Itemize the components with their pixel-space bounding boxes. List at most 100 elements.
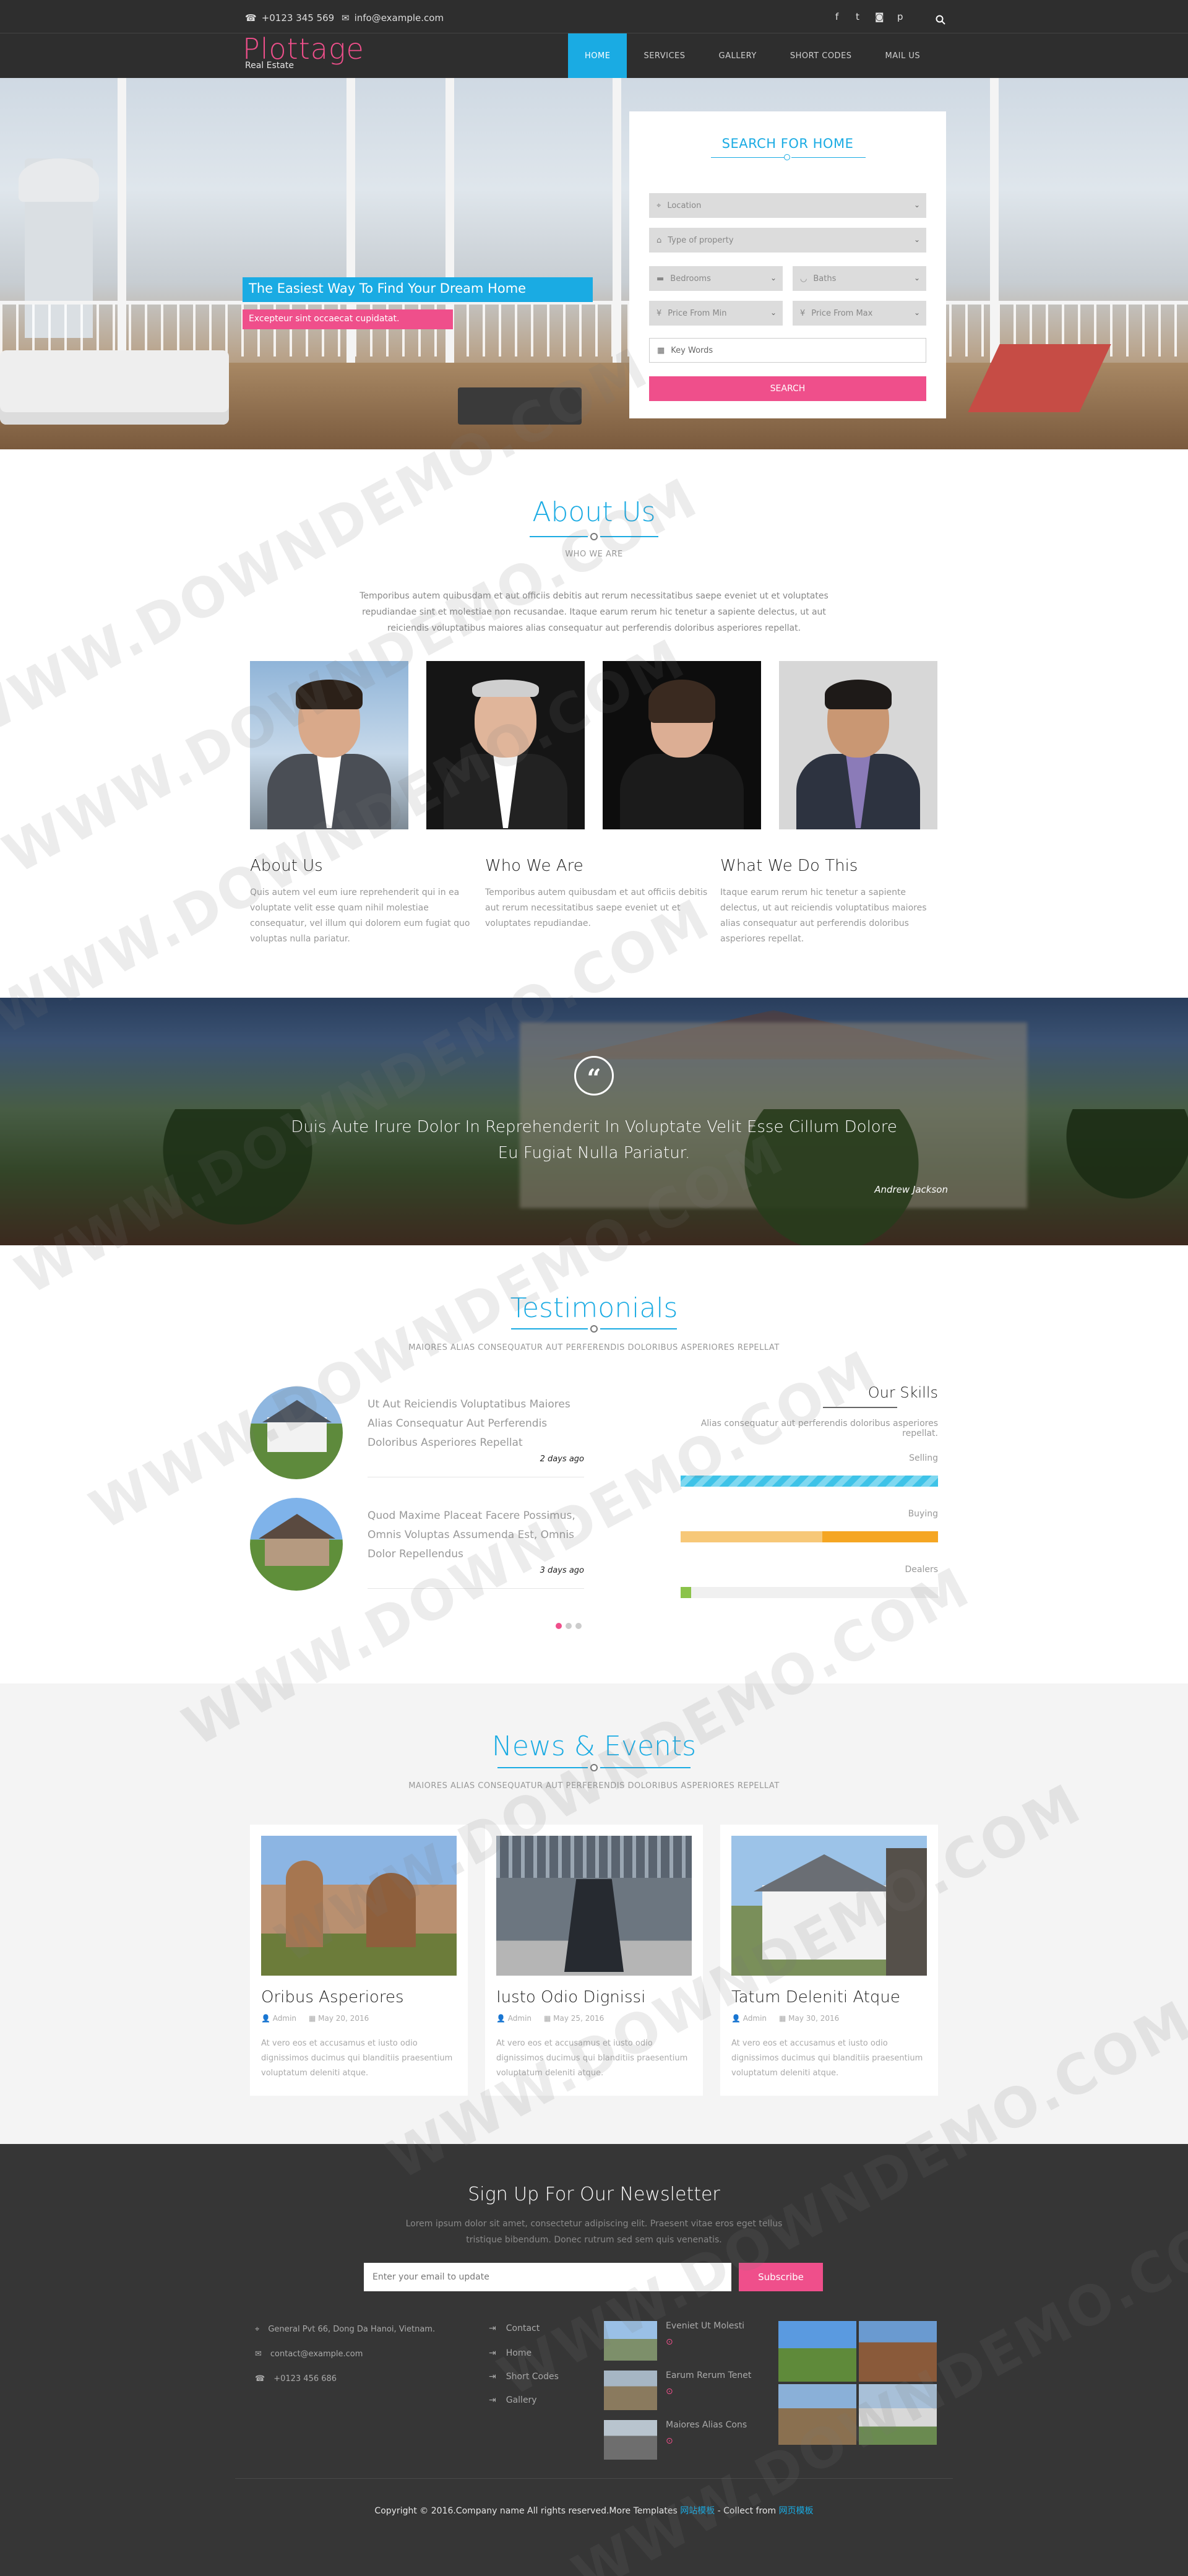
sign-in-icon: ⇥ [489,2395,496,2405]
gallery-thumb[interactable] [859,2384,937,2445]
chevron-down-icon: ⌄ [770,274,777,282]
news-card[interactable]: Oribus Asperiores 👤 Admin ▦ May 20, 2016… [250,1825,468,2096]
about-column: About Us Quis autem vel eum iure reprehe… [250,857,473,947]
news-card-meta: 👤 Admin ▦ May 25, 2016 [496,2014,604,2023]
news-card-author: Admin [507,2014,532,2023]
gallery-thumb[interactable] [778,2321,856,2382]
chevron-down-icon: ⌄ [913,274,920,282]
about-column: Who We Are Temporibus autem quibusdam et… [485,857,708,931]
footer-phone-text: +0123 456 686 [273,2374,337,2384]
house-wall [265,1535,329,1566]
gallery-thumb[interactable] [859,2321,937,2382]
gallery-thumb[interactable] [778,2384,856,2445]
testimonial-item: Ut Aut Reiciendis Voluptatibus Maiores A… [250,1386,590,1492]
news-card[interactable]: Tatum Deleniti Atque 👤 Admin ▦ May 30, 2… [720,1825,938,2096]
nav-gallery[interactable]: GALLERY [702,33,773,78]
footer-link-contact[interactable]: ⇥ Contact [489,2323,540,2333]
hero-title: The Easiest Way To Find Your Dream Home [243,277,593,302]
about-column-text: Temporibus autem quibusdam et aut offici… [485,888,708,928]
house-roof [262,1400,332,1422]
home-icon: ⌂ [656,235,662,245]
testimonial-text: Quod Maxime Placeat Facere Possimus, Omn… [368,1510,575,1560]
news-card[interactable]: Iusto Odio Dignissi 👤 Admin ▦ May 25, 20… [485,1825,703,2096]
nav-services[interactable]: SERVICES [627,33,702,78]
newsletter-title: Sign Up For Our Newsletter [468,2184,720,2205]
collect-link[interactable]: 网页模板 [779,2506,814,2516]
news-card-text: At vero eos et accusamus et iusto odio d… [496,2039,688,2078]
footer-post-thumb [604,2420,657,2460]
footer-post[interactable]: Maiores Alias Cons ⊙ [604,2420,790,2465]
price-min-select[interactable]: ¥ Price From Min ⌄ [649,301,783,326]
carousel-dot-active[interactable] [556,1623,562,1629]
user-icon: 👤 Admin [261,2014,297,2023]
team-photo [603,661,761,829]
user-icon: 👤 Admin [731,2014,767,2023]
divider [368,1588,584,1589]
about-column: What We Do This Itaque earum rerum hic t… [720,857,943,947]
keywords-input[interactable]: ▦ Key Words [649,338,926,363]
sign-in-icon: ⇥ [489,2372,496,2382]
footer-divider [235,2478,953,2479]
phone-icon: ☎ [255,2374,265,2384]
footer-post[interactable]: Eveniet Ut Molesti ⊙ [604,2321,790,2366]
news-card-title[interactable]: Iusto Odio Dignissi [496,1988,645,2007]
news-card-title[interactable]: Tatum Deleniti Atque [731,1988,900,2007]
subscribe-button[interactable]: Subscribe [739,2263,823,2291]
instagram-icon[interactable]: ◙ [875,11,884,22]
nav-mail-us[interactable]: MAIL US [869,33,937,78]
divider-dot [590,1764,598,1771]
price-min-placeholder: Price From Min [668,308,727,318]
topbar-phone-text: +0123 345 569 [261,12,335,24]
footer-email[interactable]: ✉ contact@example.com [255,2349,363,2359]
footer-link-short-codes[interactable]: ⇥ Short Codes [489,2372,559,2382]
newsletter-email-input[interactable]: Enter your email to update [364,2263,731,2291]
bedrooms-select[interactable]: ▬ Bedrooms ⌄ [649,266,783,291]
search-button[interactable]: SEARCH [649,376,926,401]
team-hair [825,680,892,709]
about-subtitle: WHO WE ARE [565,550,623,559]
news-card-title[interactable]: Oribus Asperiores [261,1988,403,2007]
templates-link[interactable]: 网站模板 [680,2506,715,2516]
footer-address: ⌖ General Pvt 66, Dong Da Hanoi, Vietnam… [255,2325,435,2334]
location-select[interactable]: ⌖ Location ⌄ [649,193,926,218]
news-image [731,1836,927,1976]
hero-banner [0,78,1188,449]
main-nav: HOME SERVICES GALLERY SHORT CODES MAIL U… [568,33,937,78]
image-detail [286,1861,323,1947]
footer-address-text: General Pvt 66, Dong Da Hanoi, Vietnam. [268,2325,436,2334]
quote-icon: “ [574,1056,614,1096]
twitter-icon[interactable]: t [856,11,859,22]
arrow-circle-icon: ⊙ [666,2436,673,2446]
topbar-email[interactable]: ✉ info@example.com [342,12,444,24]
chevron-down-icon: ⌄ [913,308,920,317]
carousel-dot[interactable] [575,1623,582,1629]
footer-phone: ☎ +0123 456 686 [255,2374,337,2384]
footer-link-gallery[interactable]: ⇥ Gallery [489,2395,537,2405]
divider [823,1407,897,1408]
footer-post-title: Eveniet Ut Molesti [666,2321,745,2331]
footer-post[interactable]: Earum Rerum Tenet ⊙ [604,2371,790,2415]
carousel-dot[interactable] [566,1623,572,1629]
keyboard-icon: ▦ [657,345,665,355]
logo[interactable]: Plottage Real Estate [243,35,364,71]
news-card-author: Admin [272,2014,297,2023]
skill-bar [681,1531,938,1542]
baths-select[interactable]: ◡ Baths ⌄ [793,266,926,291]
property-type-select[interactable]: ⌂ Type of property ⌄ [649,228,926,253]
footer-link-home[interactable]: ⇥ Home [489,2348,532,2358]
skill-fill [681,1531,938,1542]
keywords-placeholder: Key Words [671,345,713,355]
nav-home[interactable]: HOME [568,33,627,78]
search-icon[interactable] [936,15,945,25]
testimonial-image [250,1498,343,1591]
nav-short-codes[interactable]: SHORT CODES [773,33,869,78]
news-card-date: May 25, 2016 [553,2014,605,2023]
facebook-icon[interactable]: f [835,11,838,22]
quote-author: Andrew Jackson [874,1184,948,1195]
baths-placeholder: Baths [813,274,837,283]
price-max-select[interactable]: ¥ Price From Max ⌄ [793,301,926,326]
news-title: News & Events [491,1731,697,1762]
about-column-title: What We Do This [720,857,858,875]
skill-label: Buying [908,1509,938,1519]
pinterest-icon[interactable]: p [897,11,903,22]
